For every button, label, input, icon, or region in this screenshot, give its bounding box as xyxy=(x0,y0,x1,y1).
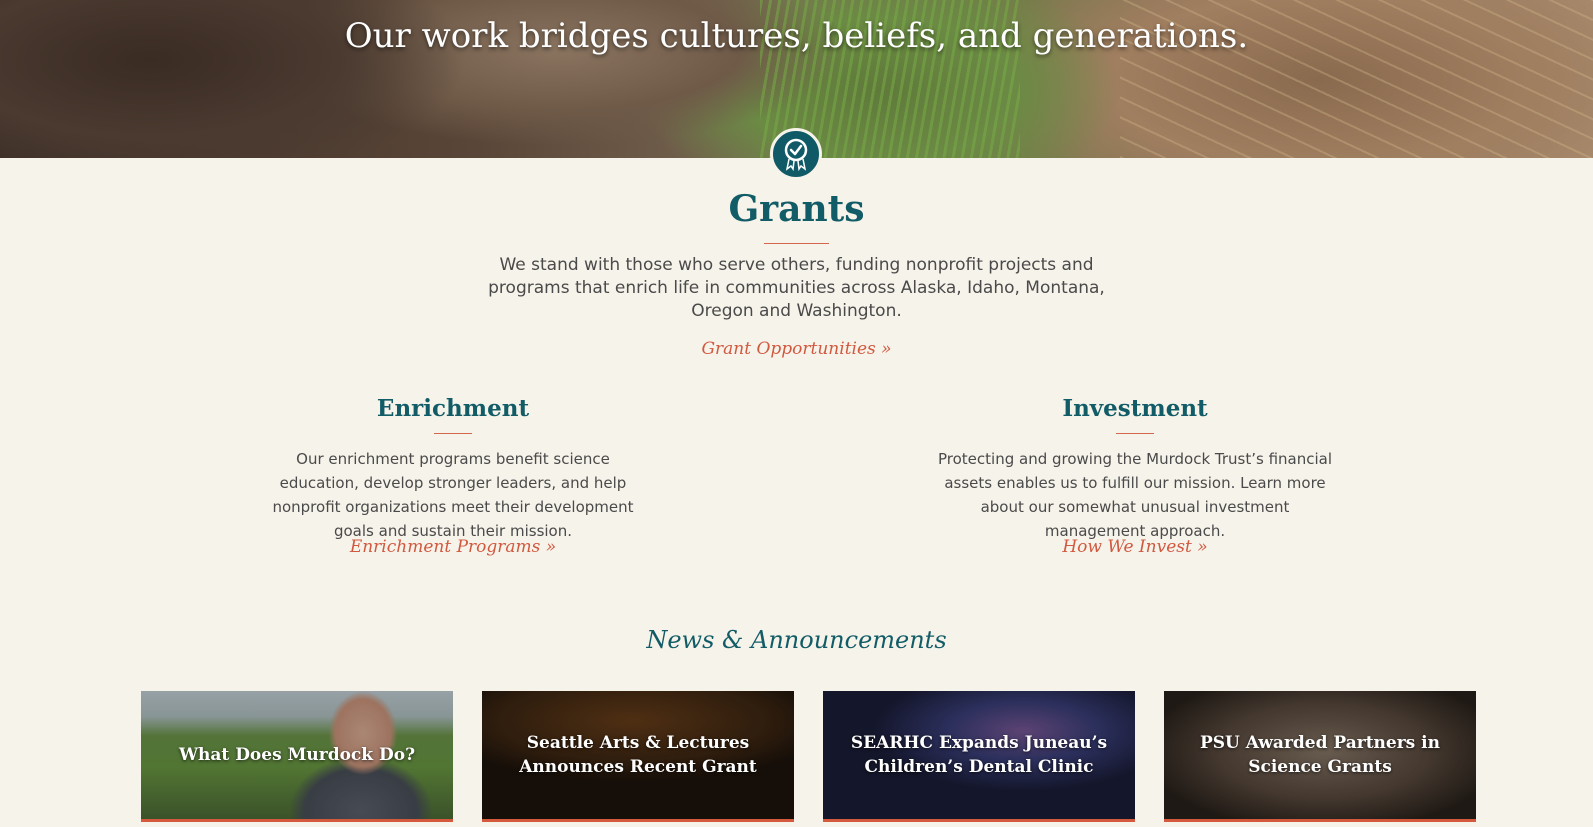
investment-divider xyxy=(1116,433,1154,434)
news-card[interactable]: SEARHC Expands Juneau’s Children’s Denta… xyxy=(823,691,1135,822)
hero-title: Our work bridges cultures, beliefs, and … xyxy=(344,16,1249,56)
grant-opportunities-link[interactable]: Grant Opportunities » xyxy=(0,339,1593,359)
investment-description: Protecting and growing the Murdock Trust… xyxy=(938,450,1332,540)
award-ribbon-icon xyxy=(770,128,822,180)
news-card-title: PSU Awarded Partners in Science Grants xyxy=(1199,733,1440,777)
enrichment-description: Our enrichment programs benefit science … xyxy=(272,450,634,540)
news-card[interactable]: Seattle Arts & Lectures Announces Recent… xyxy=(482,691,794,822)
news-heading: News & Announcements xyxy=(646,626,947,654)
news-card-title: SEARHC Expands Juneau’s Children’s Denta… xyxy=(850,733,1108,777)
investment-heading: Investment xyxy=(1062,395,1208,422)
grants-description: We stand with those who serve others, fu… xyxy=(488,255,1105,321)
news-card[interactable]: PSU Awarded Partners in Science Grants xyxy=(1164,691,1476,822)
how-we-invest-link[interactable]: How We Invest » xyxy=(935,537,1335,557)
enrichment-programs-link[interactable]: Enrichment Programs » xyxy=(253,537,653,557)
news-card[interactable]: What Does Murdock Do? xyxy=(141,691,453,822)
grants-heading: Grants xyxy=(728,188,865,230)
grants-divider xyxy=(764,243,829,244)
news-card-title: What Does Murdock Do? xyxy=(178,745,416,765)
news-card-title: Seattle Arts & Lectures Announces Recent… xyxy=(519,733,757,777)
enrichment-divider xyxy=(434,433,472,434)
enrichment-heading: Enrichment xyxy=(376,395,530,422)
